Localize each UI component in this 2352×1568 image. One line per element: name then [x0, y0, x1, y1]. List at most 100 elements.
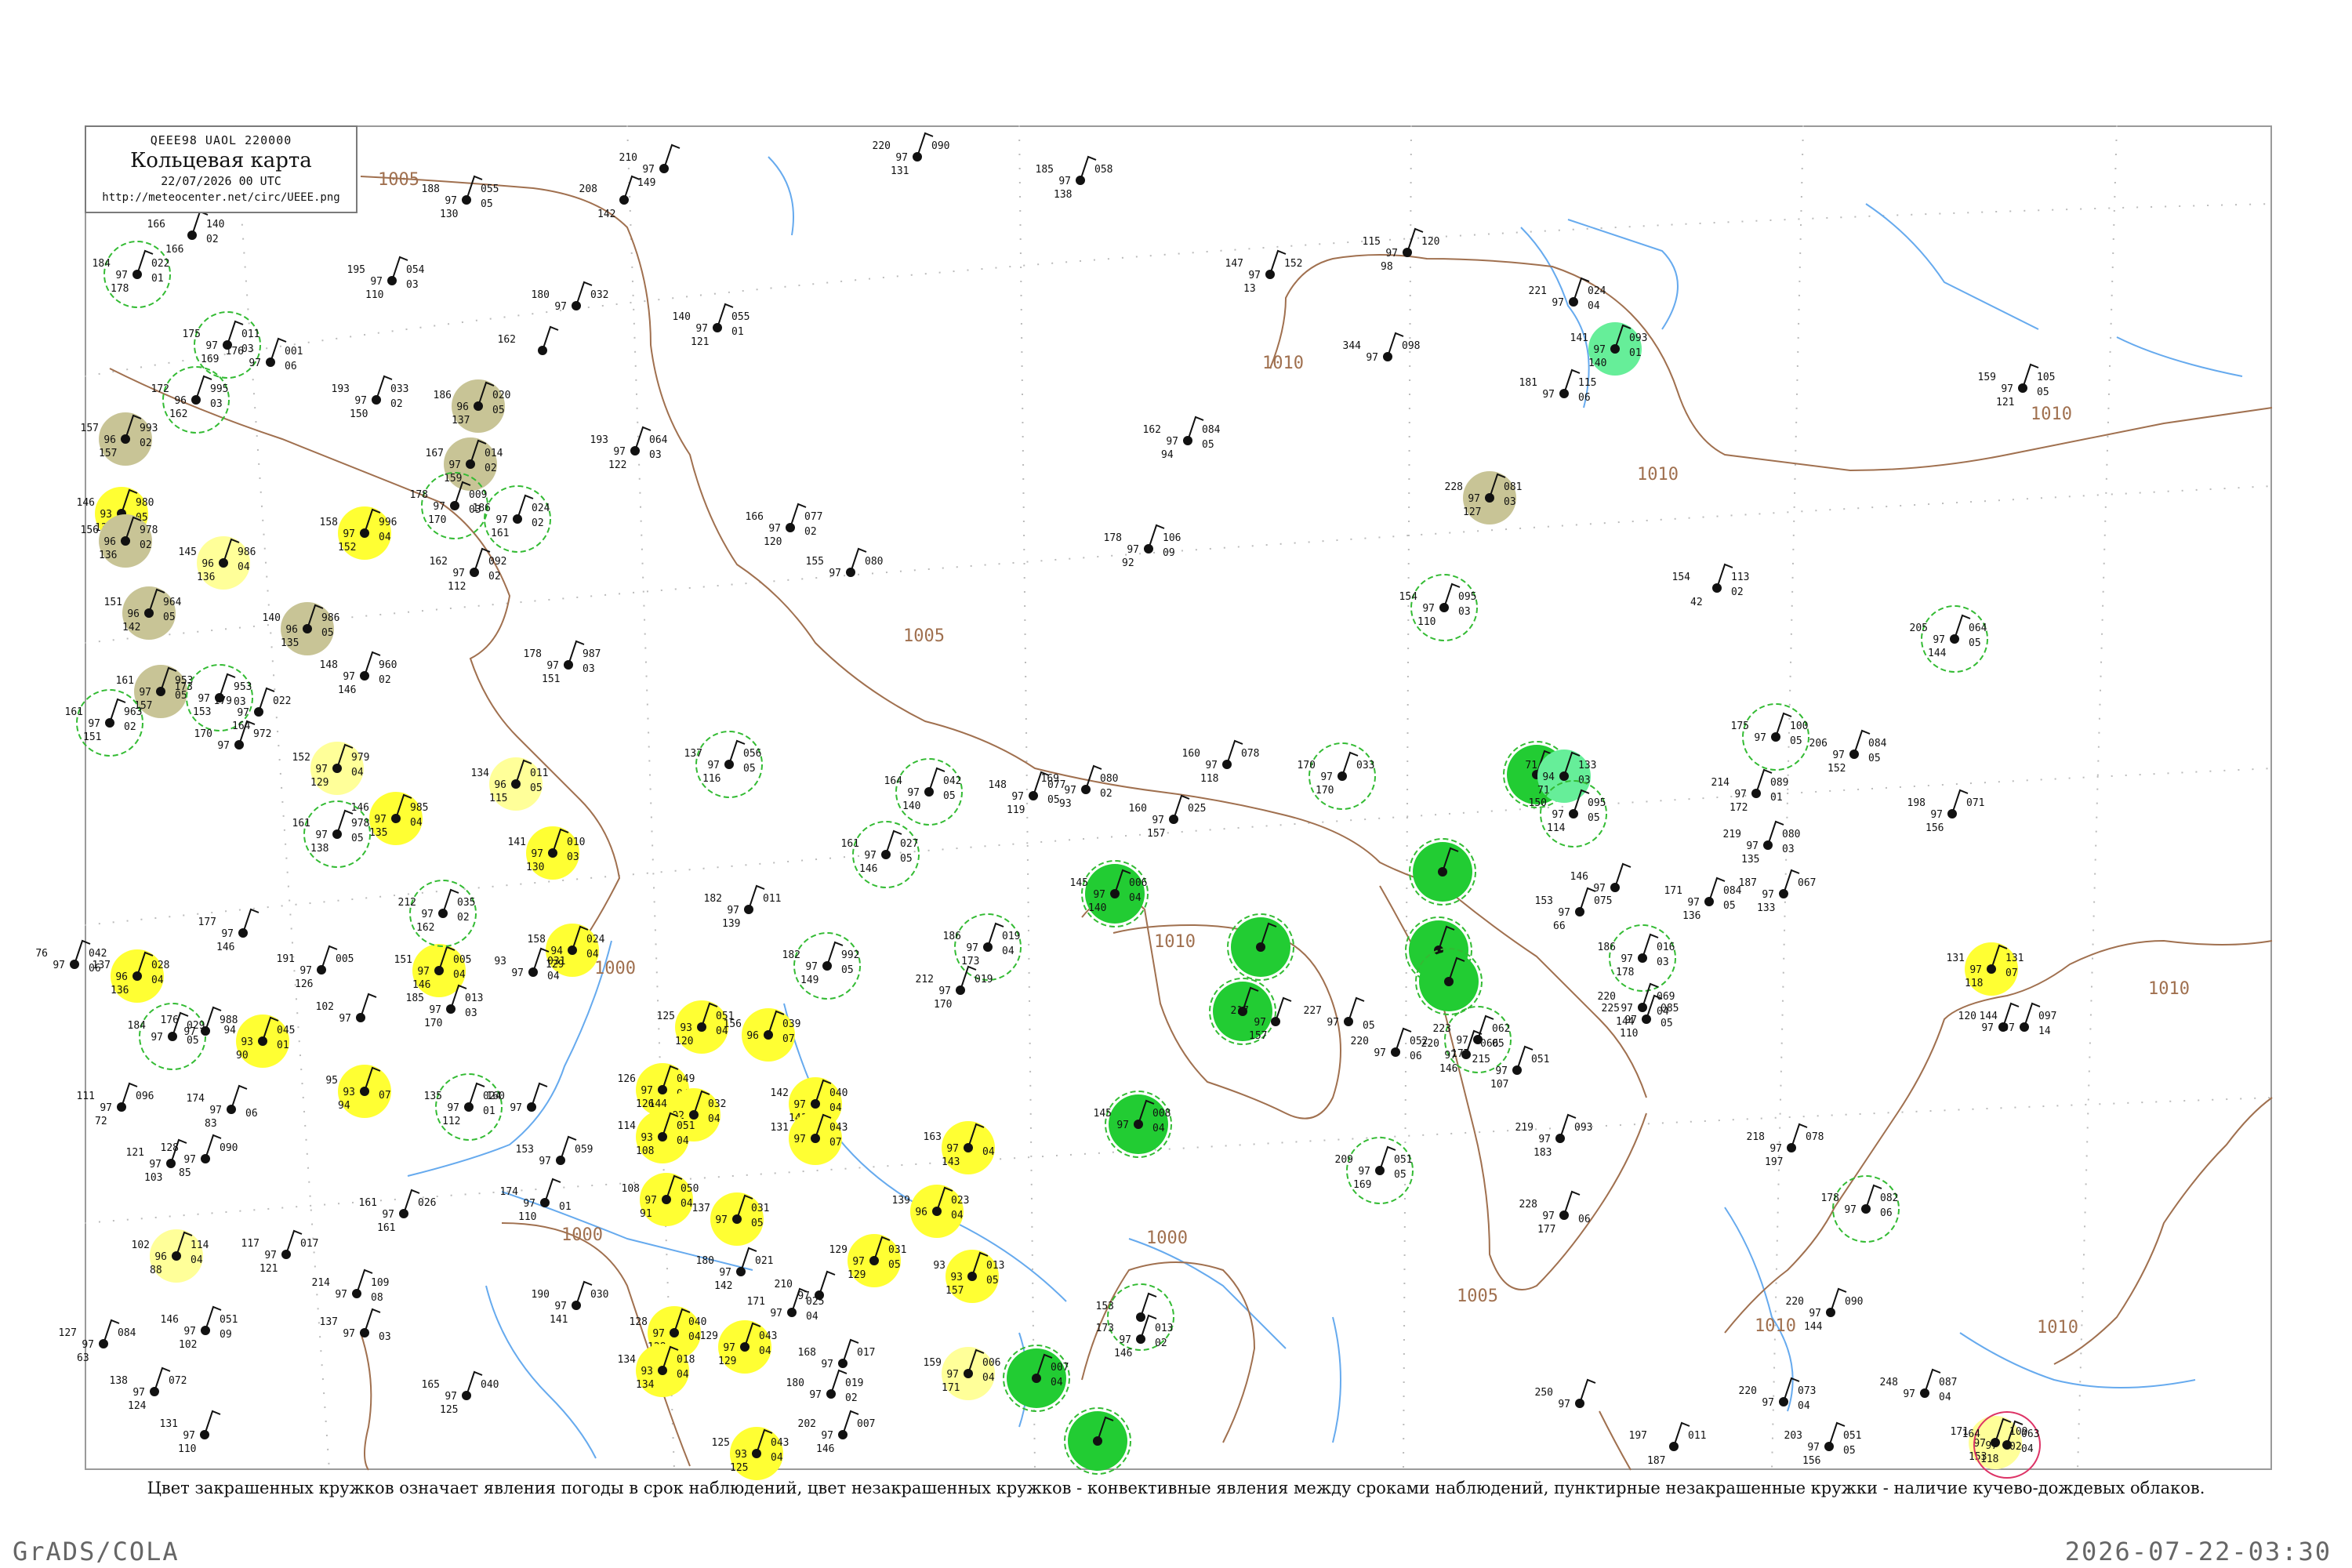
weather-station[interactable]: 158 996 97 04 152 — [320, 506, 397, 560]
weather-station[interactable]: 220 090 97131 — [873, 132, 950, 177]
weather-station[interactable]: 153 075 9766 — [1535, 887, 1613, 932]
weather-station[interactable]: 140 986 96 05 135 — [263, 602, 340, 655]
weather-station[interactable]: 159 105 97 05 121 — [1978, 363, 2056, 408]
weather-station[interactable]: 228 97 06 177 — [1519, 1190, 1591, 1236]
weather-station[interactable]: 344 098 97 — [1343, 332, 1421, 364]
weather-station[interactable]: 205 064 97 05 144 — [1910, 605, 1988, 673]
weather-station[interactable]: 178 987 97 03 151 — [524, 640, 601, 685]
weather-station[interactable]: 131 97110 — [160, 1410, 221, 1455]
weather-station[interactable]: 161 02697161 — [359, 1189, 437, 1234]
weather-station[interactable]: 161 963 97 02 151 — [65, 689, 143, 757]
weather-station[interactable]: 129 031 97 05 129 — [829, 1234, 907, 1287]
weather-station[interactable]: 156 039 96 07 — [724, 1008, 801, 1062]
weather-station[interactable]: 206 084 97 05 152 — [1809, 729, 1887, 775]
weather-station[interactable]: 129 043 97 04 129 — [700, 1320, 778, 1374]
weather-station[interactable]: 166 140 02 166 — [147, 210, 225, 256]
weather-station[interactable]: 146 97 — [1570, 862, 1632, 895]
weather-station[interactable]: 108 050 97 04 91 — [622, 1173, 699, 1226]
weather-station[interactable]: 160 078 97 118 — [1182, 739, 1260, 785]
weather-station[interactable]: 228 081 97 03 127 — [1445, 471, 1523, 524]
weather-station[interactable]: 95 93 07 94 — [325, 1065, 391, 1118]
weather-station[interactable]: 220 073 97 04 — [1739, 1377, 1817, 1412]
weather-station[interactable]: 162 084 97 05 94 — [1143, 416, 1221, 461]
weather-station[interactable]: 198 071 97156 — [1907, 789, 1985, 834]
weather-station[interactable]: 186 016 97 03 178 — [1598, 924, 1676, 992]
weather-station[interactable]: 185 058 97 138 — [1036, 155, 1113, 201]
weather-station[interactable]: 151 964 96 05 142 — [104, 586, 182, 640]
weather-station[interactable]: 146 051 97 09 102 — [161, 1305, 238, 1351]
weather-station[interactable]: 171 02597 04 — [747, 1287, 825, 1323]
weather-station[interactable]: 145 986 96 04 136 — [179, 536, 256, 590]
weather-station[interactable]: 191 005 97126 — [277, 945, 354, 990]
weather-station[interactable]: 164 042 97 05 140 — [884, 758, 963, 826]
weather-station[interactable]: 141 010 97 03 130 — [508, 826, 586, 880]
weather-station[interactable]: 180 032 97 — [532, 281, 609, 313]
weather-station[interactable]: 221 024 97 04 — [1529, 277, 1606, 312]
weather-station[interactable]: 163 97 04 143 — [924, 1121, 995, 1174]
weather-station[interactable]: 00704 — [1003, 1345, 1070, 1412]
weather-station[interactable]: 138 072 97124 — [110, 1367, 187, 1412]
weather-station[interactable]: 219 080 97 03 135 — [1723, 820, 1801, 866]
weather-station[interactable] — [1409, 838, 1476, 906]
weather-station[interactable]: 178 106 97 09 92 — [1104, 524, 1181, 569]
weather-station[interactable]: 212 035 97 02 162 — [398, 880, 477, 947]
weather-station[interactable]: 148 077 97 05 119 — [989, 771, 1066, 816]
weather-station[interactable]: 145 008 97 04 — [1094, 1091, 1172, 1158]
weather-station[interactable]: 137 056 97 05 116 — [684, 731, 763, 798]
weather-station[interactable]: 181 115 97 06 — [1519, 368, 1597, 404]
weather-station[interactable]: 170 033 97 170 — [1298, 742, 1376, 810]
weather-station[interactable]: 139 023 96 04 — [892, 1185, 970, 1238]
weather-station[interactable]: 202 007 97146 — [798, 1410, 876, 1455]
weather-station[interactable]: 182 992 97 05 149 — [782, 932, 861, 1000]
weather-station[interactable]: 174 97 06 83 — [187, 1084, 258, 1130]
weather-station[interactable]: 162 092 97 02 112 — [430, 547, 507, 593]
weather-station[interactable]: 214 109 97 08 — [312, 1269, 390, 1304]
weather-station[interactable]: 154 095 97 03 110 — [1399, 574, 1478, 641]
weather-station[interactable]: 93 013 93 05 157 — [933, 1250, 1004, 1303]
weather-station[interactable]: 102 97 — [316, 993, 377, 1025]
weather-station[interactable]: 151 005 97 04 146 — [394, 944, 472, 997]
weather-station[interactable]: 102 114 96 04 88 — [132, 1229, 209, 1283]
weather-station[interactable]: 212 019 97 170 — [916, 965, 993, 1011]
weather-station[interactable]: 117 017 97 121 — [241, 1229, 319, 1275]
weather-station[interactable]: 165 040 97125 — [422, 1370, 499, 1416]
weather-station[interactable]: 135 02497 01112 — [424, 1073, 503, 1141]
weather-station[interactable]: 180 021 97142 — [696, 1247, 774, 1292]
weather-station[interactable]: 214 089 97 01 172 — [1711, 768, 1789, 814]
weather-station[interactable]: 148 960 97 02 146 — [320, 651, 397, 696]
weather-station[interactable]: 215 051 97 107 — [1472, 1045, 1550, 1091]
weather-station[interactable]: 173 013 97 02 146 — [1096, 1314, 1174, 1359]
weather-station[interactable]: 134 011 96 05 115 — [471, 757, 549, 811]
weather-station[interactable]: 128 090 9785 — [161, 1134, 238, 1179]
weather-station[interactable]: 186 020 96 05 137 — [434, 379, 511, 433]
weather-station[interactable]: 161 027 97 05 146 — [841, 821, 920, 888]
weather-station[interactable]: 137 97 03 — [320, 1308, 391, 1343]
weather-station[interactable]: 153 059 97 — [516, 1135, 593, 1167]
weather-station[interactable]: 166 077 97 02 120 — [746, 503, 823, 548]
weather-station[interactable]: 220 05297 06 — [1351, 1027, 1428, 1062]
weather-station[interactable]: 187 06797133 — [1739, 869, 1817, 914]
weather-station[interactable]: 193 064 97 03 122 — [590, 426, 668, 471]
weather-station[interactable]: 159 006 97 04 171 — [924, 1347, 1001, 1400]
weather-station[interactable]: 182 011 97 139 — [704, 884, 782, 930]
weather-station[interactable]: 76 042 97 06 — [35, 939, 107, 975]
weather-station[interactable]: 176 001 97 06 — [226, 337, 303, 372]
weather-station[interactable]: 174 97 01 110 — [500, 1178, 572, 1223]
weather-station[interactable]: 250 97 — [1535, 1378, 1596, 1410]
synoptic-map[interactable]: 1005 1005 1010 1010 1010 1000 1000 1010 … — [0, 0, 2352, 1568]
weather-station[interactable]: 154 113 02 42 — [1672, 563, 1750, 608]
weather-station[interactable]: 171 084 97 05 136 — [1664, 877, 1742, 922]
weather-station[interactable]: 125 043 93 04 125 — [712, 1427, 789, 1480]
weather-station[interactable]: 177 97 146 — [198, 908, 260, 953]
weather-station[interactable]: 127 084 9763 — [59, 1319, 136, 1364]
weather-station[interactable]: 210 97 — [775, 1270, 836, 1302]
weather-station[interactable]: 208 142 — [579, 175, 641, 220]
weather-station[interactable]: 131 131 97 07 118 — [1947, 942, 2024, 996]
weather-station[interactable]: 137 031 97 05 — [692, 1192, 770, 1246]
weather-station[interactable]: 140 055 97 01 121 — [673, 303, 750, 348]
weather-station[interactable]: 219 093 97 183 — [1515, 1113, 1593, 1159]
weather-station[interactable]: 210 97149 — [619, 143, 681, 189]
weather-station[interactable]: 157 993 96 02 157 — [81, 412, 158, 466]
weather-station[interactable]: 190 030 97 141 — [532, 1280, 609, 1326]
weather-station[interactable]: 168 017 97 — [798, 1338, 876, 1370]
